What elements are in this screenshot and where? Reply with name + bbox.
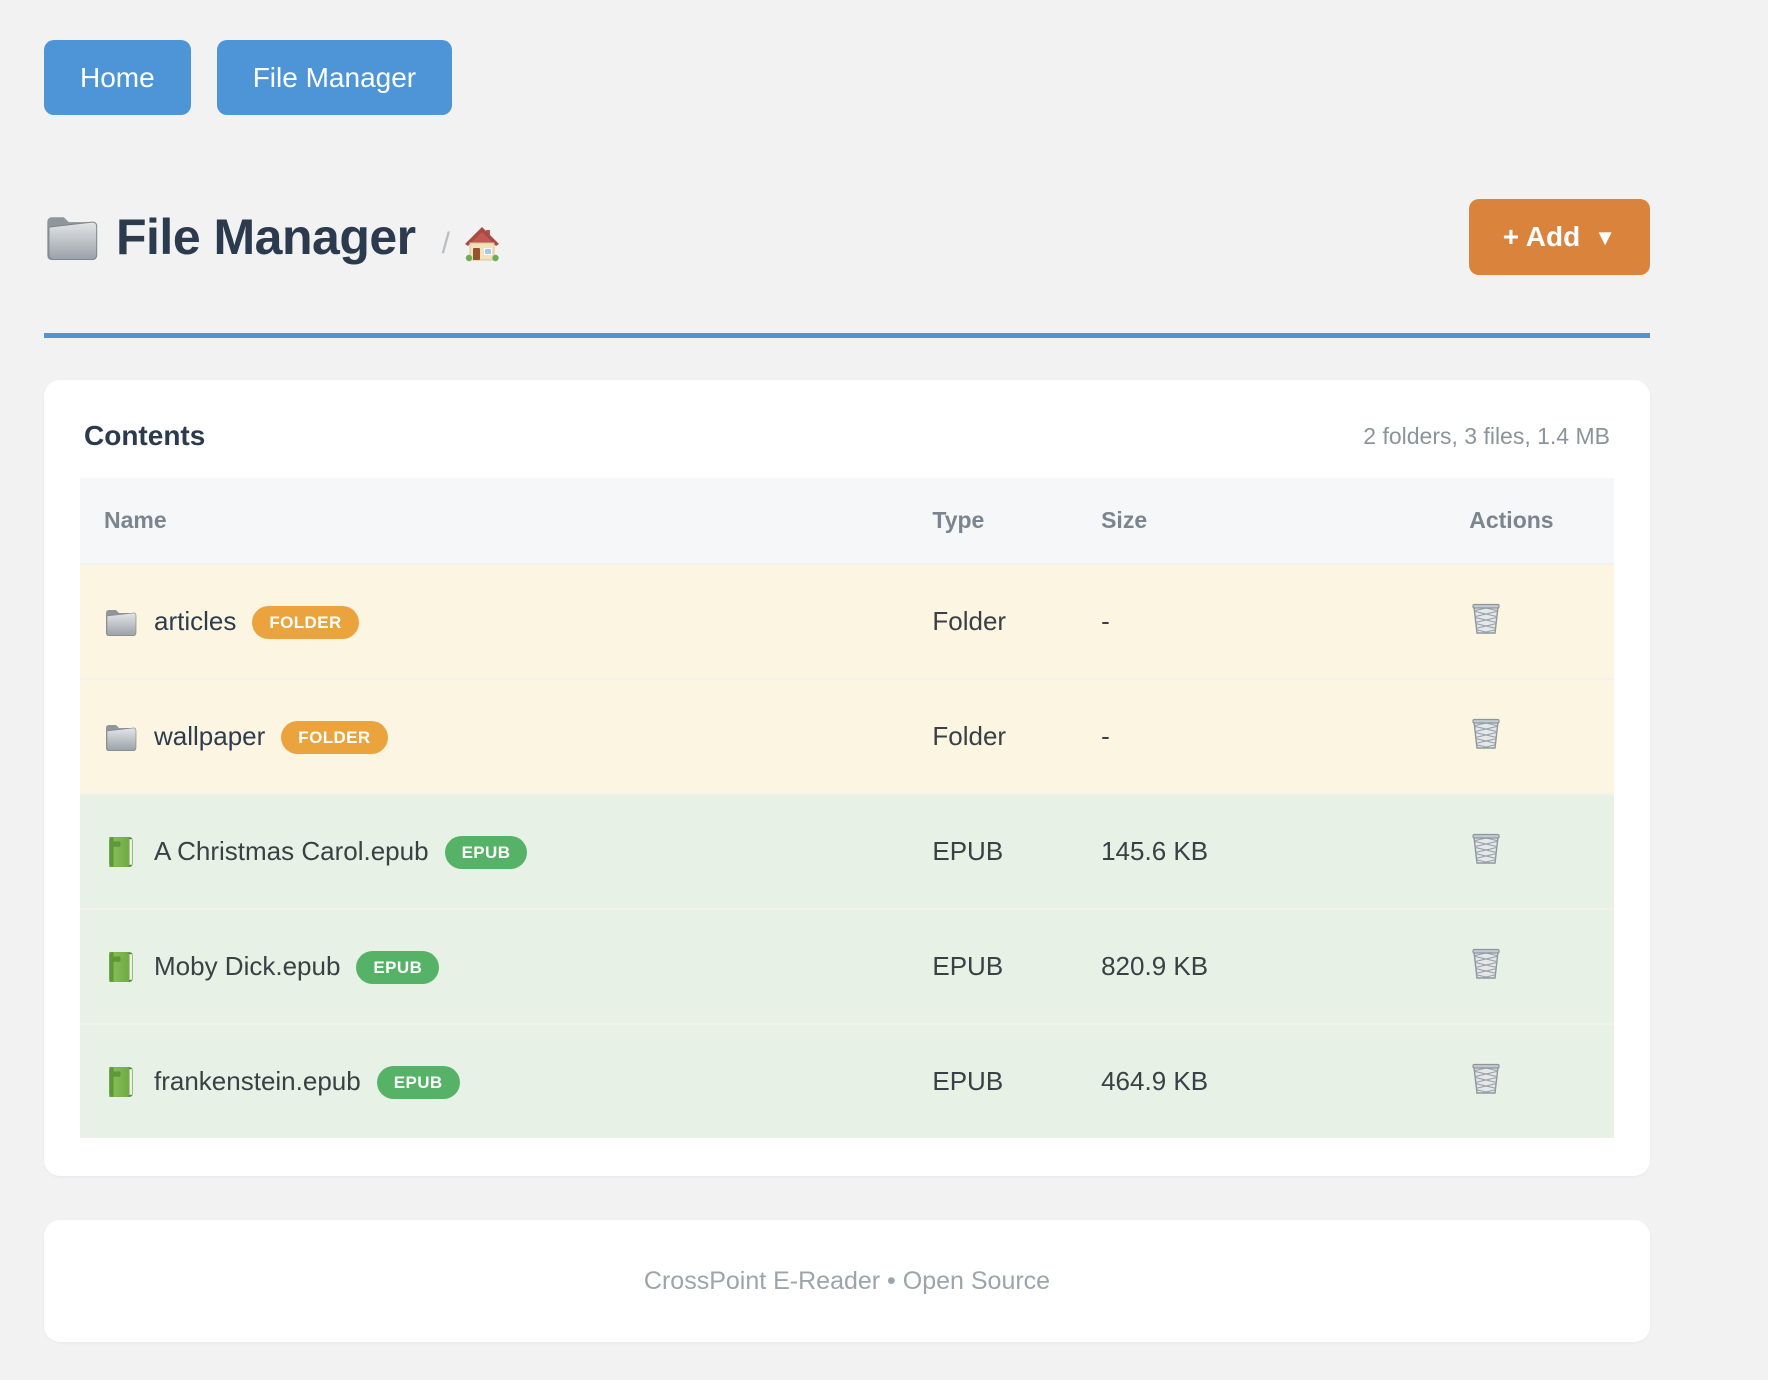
- file-type: EPUB: [908, 909, 1077, 1024]
- file-name-cell[interactable]: articles FOLDER: [104, 605, 908, 639]
- table-row[interactable]: frankenstein.epub EPUB EPUB 464.9 KB: [80, 1024, 1614, 1138]
- table-row[interactable]: A Christmas Carol.epub EPUB EPUB 145.6 K…: [80, 794, 1614, 909]
- folder-emoji-icon: [104, 605, 138, 639]
- file-name-cell[interactable]: Moby Dick.epub EPUB: [104, 950, 908, 984]
- home-button[interactable]: Home: [44, 40, 191, 115]
- home-icon[interactable]: [462, 224, 502, 264]
- file-size: -: [1077, 564, 1445, 679]
- delete-button[interactable]: [1469, 714, 1503, 752]
- table-row[interactable]: Moby Dick.epub EPUB EPUB 820.9 KB: [80, 909, 1614, 1024]
- file-size: 820.9 KB: [1077, 909, 1445, 1024]
- contents-card-header: Contents 2 folders, 3 files, 1.4 MB: [80, 420, 1614, 452]
- title-wrap: File Manager /: [44, 208, 502, 266]
- type-badge: EPUB: [356, 951, 439, 984]
- file-name-cell[interactable]: frankenstein.epub EPUB: [104, 1065, 908, 1099]
- table-row[interactable]: wallpaper FOLDER Folder -: [80, 679, 1614, 794]
- footer-card: CrossPoint E-Reader • Open Source: [44, 1220, 1650, 1342]
- file-type: Folder: [908, 679, 1077, 794]
- wastebasket-icon: [1469, 599, 1503, 637]
- breadcrumb-separator: /: [442, 227, 450, 261]
- column-header-actions: Actions: [1445, 478, 1614, 564]
- top-nav: Home File Manager: [44, 0, 1650, 115]
- file-size: 145.6 KB: [1077, 794, 1445, 909]
- wastebasket-icon: [1469, 1059, 1503, 1097]
- wastebasket-icon: [1469, 944, 1503, 982]
- type-badge: FOLDER: [252, 606, 358, 639]
- type-badge: EPUB: [445, 836, 528, 869]
- file-size: 464.9 KB: [1077, 1024, 1445, 1138]
- file-name-cell[interactable]: wallpaper FOLDER: [104, 720, 908, 754]
- table-row[interactable]: articles FOLDER Folder -: [80, 564, 1614, 679]
- table-header-row: Name Type Size Actions: [80, 478, 1614, 564]
- add-button-label: + Add: [1503, 221, 1581, 253]
- page-title: File Manager: [116, 208, 416, 266]
- wastebasket-icon: [1469, 829, 1503, 867]
- file-name-cell[interactable]: A Christmas Carol.epub EPUB: [104, 835, 908, 869]
- page-header: File Manager / + Add ▼: [44, 199, 1650, 275]
- file-size: -: [1077, 679, 1445, 794]
- add-button[interactable]: + Add ▼: [1469, 199, 1650, 275]
- green-book-icon: [104, 950, 138, 984]
- file-type: Folder: [908, 564, 1077, 679]
- folder-icon: [44, 209, 100, 265]
- wastebasket-icon: [1469, 714, 1503, 752]
- contents-card: Contents 2 folders, 3 files, 1.4 MB Name…: [44, 380, 1650, 1176]
- file-type: EPUB: [908, 794, 1077, 909]
- file-name: wallpaper: [154, 721, 265, 752]
- column-header-name: Name: [80, 478, 908, 564]
- delete-button[interactable]: [1469, 599, 1503, 637]
- delete-button[interactable]: [1469, 829, 1503, 867]
- page-container: Home File Manager File Manager / + Add ▼…: [44, 0, 1650, 1342]
- type-badge: EPUB: [377, 1066, 460, 1099]
- breadcrumb: /: [442, 224, 502, 264]
- contents-summary: 2 folders, 3 files, 1.4 MB: [1363, 423, 1610, 450]
- table-body: articles FOLDER Folder - wallpaper FOLDE…: [80, 564, 1614, 1138]
- contents-heading: Contents: [84, 420, 205, 452]
- type-badge: FOLDER: [281, 721, 387, 754]
- folder-emoji-icon: [104, 720, 138, 754]
- green-book-icon: [104, 1065, 138, 1099]
- column-header-size: Size: [1077, 478, 1445, 564]
- file-table: Name Type Size Actions articles FOLDER F…: [80, 478, 1614, 1138]
- chevron-down-icon: ▼: [1594, 225, 1616, 251]
- delete-button[interactable]: [1469, 944, 1503, 982]
- file-name: Moby Dick.epub: [154, 951, 340, 982]
- column-header-name-type: Type: [908, 478, 1077, 564]
- file-type: EPUB: [908, 1024, 1077, 1138]
- file-name: frankenstein.epub: [154, 1066, 361, 1097]
- green-book-icon: [104, 835, 138, 869]
- delete-button[interactable]: [1469, 1059, 1503, 1097]
- footer-text: CrossPoint E-Reader • Open Source: [644, 1267, 1050, 1296]
- file-name: A Christmas Carol.epub: [154, 836, 429, 867]
- file-manager-button[interactable]: File Manager: [217, 40, 452, 115]
- file-name: articles: [154, 606, 236, 637]
- header-divider: [44, 333, 1650, 338]
